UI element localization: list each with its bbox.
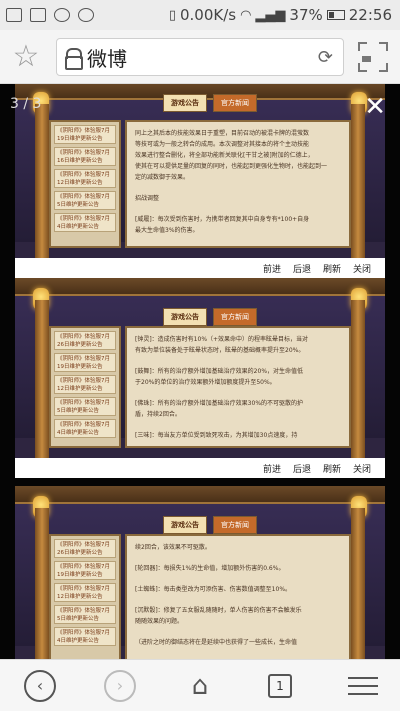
list-item: 《阴阳师》体验服7月16日维护更新公告 — [54, 147, 116, 166]
signal-icon: ▂▄▆ — [255, 7, 286, 23]
content-line: [威履]：每次受到伤害时，为携带者回复其中自身专有*100+自身 — [135, 216, 310, 223]
nav-row: 前进 后退 刷新 关闭 — [15, 458, 385, 478]
list-item: 《阴阳师》体验服7月19日维护更新公告 — [54, 561, 116, 580]
content-line: [轮回器]：每损失1%的生命值，增加额外伤害的0.6%。 — [135, 565, 285, 572]
content-line: [钟灵]：造成伤害时有10%（+效果命中）的程率眩晕目标，当对 — [135, 336, 309, 343]
tab-game-notice: 游戏公告 — [163, 308, 207, 326]
list-item: 《阴阳师》体验服7月4日维护更新公告 — [54, 627, 116, 646]
forward-button[interactable]: › — [104, 670, 136, 702]
scan-icon[interactable] — [358, 42, 388, 72]
app-notification-icon — [54, 8, 70, 22]
clock: 22:56 — [348, 6, 392, 24]
content-line: 续2回合，该效果不可驱散。 — [135, 544, 211, 551]
content-line: 有致为单位装备处于眩晕状态时，眩晕的基础概率提升至20%。 — [135, 347, 305, 354]
image-counter: 3 / 3 — [10, 96, 42, 112]
reload-icon[interactable]: ⟳ — [318, 47, 333, 68]
status-bar: ▯ 0.00K/s ◠ ▂▄▆ 37% 22:56 — [0, 0, 400, 30]
tab-official-news: 官方新闻 — [213, 308, 257, 326]
back-link: 后退 — [292, 264, 311, 275]
battery-icon — [326, 10, 345, 20]
refresh-link: 刷新 — [322, 264, 341, 275]
nav-row: 前进 后退 刷新 关闭 — [15, 258, 385, 278]
home-icon[interactable]: ⌂ — [184, 670, 216, 702]
notice-list: 《阴阳师》体验服7月26日维护更新公告 《阴阳师》体验服7月19日维护更新公告 … — [49, 534, 121, 659]
message-notification-icon — [30, 8, 46, 22]
notice-list: 《阴阳师》体验服7月26日维护更新公告 《阴阳师》体验服7月19日维护更新公告 … — [49, 326, 121, 448]
list-item: 《阴阳师》体验服7月19日维护更新公告 — [54, 353, 116, 372]
vibrate-icon: ▯ — [168, 7, 176, 23]
content-line: 最大生命值3%的伤害。 — [135, 227, 199, 234]
list-item: 《阴阳师》体验服7月12日维护更新公告 — [54, 375, 116, 394]
list-item: 《阴阳师》体验服7月12日维护更新公告 — [54, 169, 116, 188]
content-line: （进阶之时的御结态将在是延续中也获得了一些成长，生命值 — [135, 639, 298, 646]
image-notification-icon — [6, 8, 22, 22]
notice-content: 续2回合，该效果不可驱散。 [轮回器]：每损失1%的生命值，增加额外伤害的0.6… — [125, 534, 351, 659]
announcement-image: 游戏公告 官方新闻 《阴阳师》体验服7月26日维护更新公告 《阴阳师》体验服7月… — [15, 486, 385, 659]
notice-content: [钟灵]：造成伤害时有10%（+效果命中）的程率眩晕目标，当对 有致为单位装备处… — [125, 326, 351, 448]
wifi-icon: ◠ — [240, 7, 252, 23]
bookmark-star-icon[interactable]: ☆ — [10, 41, 42, 73]
list-item: 《阴阳师》体验服7月5日维护更新公告 — [54, 397, 116, 416]
content-line: [佛珠]：所有的治疗额外增加基础治疗效果30%的不可驱散的护 — [135, 400, 304, 407]
content-line: 等技可或为一般之转合的成用。本次调整对其接本的将个主动技能 — [135, 141, 310, 148]
content-line: [土蜘蛛]：每击类型改为可添伤害、伤害数值调整至10%。 — [135, 586, 292, 593]
tab-game-notice: 游戏公告 — [163, 516, 207, 534]
content-line: 盾，持续2回合。 — [135, 411, 181, 418]
content-line: 于20%的单位的治疗效果额外增加额度提升至50%。 — [135, 379, 276, 386]
content-line: 同上之其后本的技能效果日于重塑，目前召动的被混卡牌的混萤数 — [135, 130, 310, 137]
notice-content: 同上之其后本的技能效果日于重塑，目前召动的被混卡牌的混萤数 等技可或为一般之转合… — [125, 120, 351, 248]
close-icon[interactable]: ✕ — [364, 92, 386, 122]
image-viewer[interactable]: 3 / 3 ✕ 游戏公告 官方新闻 《阴阳师》体验服7月19日维护更新公告 《阴… — [0, 84, 400, 659]
notification-icons — [0, 8, 94, 22]
content-line: [三味]：每当友方单位受到致死攻击，为其增加30点速度，持 — [135, 432, 298, 439]
forward-link: 前进 — [262, 264, 281, 275]
address-bar: ☆ 微博 ⟳ — [0, 30, 400, 84]
content-line: 效果进行整合删化，将全部功能新关联化[干甘之被]附加的仁德上， — [135, 152, 314, 159]
close-link: 关闭 — [352, 464, 371, 475]
browser-notification-icon — [78, 8, 94, 22]
back-button[interactable]: ‹ — [24, 670, 56, 702]
url-text: 微博 — [87, 46, 127, 71]
content-line: 定的减数御于效果。 — [135, 174, 190, 181]
notice-list: 《阴阳师》体验服7月19日维护更新公告 《阴阳师》体验服7月16日维护更新公告 … — [49, 120, 121, 248]
bottom-toolbar: ‹ › ⌂ 1 — [0, 659, 400, 711]
announcement-image: 游戏公告 官方新闻 《阴阳师》体验服7月26日维护更新公告 《阴阳师》体验服7月… — [15, 278, 385, 478]
content-line: [沉默骰]：修复了五女服乱随随时，单人伤害的伤害不会触发乐 — [135, 607, 302, 614]
tab-official-news: 官方新闻 — [213, 94, 257, 112]
announcement-image: 游戏公告 官方新闻 《阴阳师》体验服7月19日维护更新公告 《阴阳师》体验服7月… — [15, 84, 385, 278]
forward-link: 前进 — [262, 464, 281, 475]
refresh-link: 刷新 — [322, 464, 341, 475]
list-item: 《阴阳师》体验服7月26日维护更新公告 — [54, 331, 116, 350]
network-speed: 0.00K/s — [179, 6, 237, 24]
back-link: 后退 — [292, 464, 311, 475]
battery-percent: 37% — [289, 6, 323, 24]
list-item: 《阴阳师》体验服7月5日维护更新公告 — [54, 191, 116, 210]
content-line: 使其在可以提供足量的回复的同时，也能起到更强化生物时，也能起到一 — [135, 163, 328, 170]
tabs-button[interactable]: 1 — [268, 674, 292, 698]
list-item: 《阴阳师》体验服7月5日维护更新公告 — [54, 605, 116, 624]
content-line: [鼓舞]：所有的治疗额外增加基础治疗效果的20%，对生命值低 — [135, 368, 304, 375]
list-item: 《阴阳师》体验服7月26日维护更新公告 — [54, 539, 116, 558]
list-item: 《阴阳师》体验服7月4日维护更新公告 — [54, 213, 116, 232]
url-field[interactable]: 微博 ⟳ — [56, 38, 344, 76]
list-item: 《阴阳师》体验服7月19日维护更新公告 — [54, 125, 116, 144]
tab-game-notice: 游戏公告 — [163, 94, 207, 112]
content-line: 随随效果的问题。 — [135, 618, 184, 625]
menu-icon[interactable] — [346, 670, 378, 702]
content-line: 招战调整 — [135, 195, 160, 202]
list-item: 《阴阳师》体验服7月12日维护更新公告 — [54, 583, 116, 602]
close-link: 关闭 — [352, 264, 371, 275]
list-item: 《阴阳师》体验服7月4日维护更新公告 — [54, 419, 116, 438]
lock-icon — [65, 48, 83, 70]
tab-official-news: 官方新闻 — [213, 516, 257, 534]
